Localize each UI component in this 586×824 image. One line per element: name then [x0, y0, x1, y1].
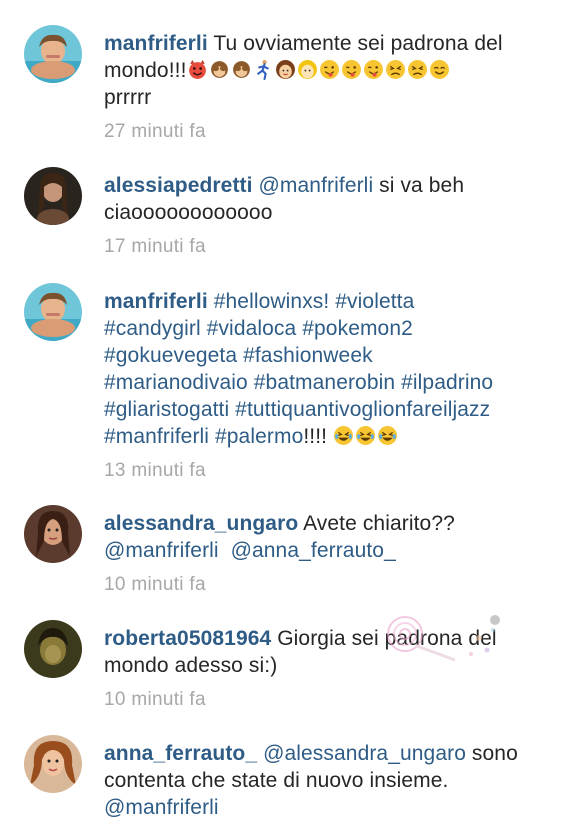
comment-hashtag[interactable]: #gliaristogatti	[104, 398, 229, 421]
comment-mention[interactable]: @manfriferli	[104, 796, 219, 819]
avatar[interactable]	[24, 620, 82, 678]
emoji-row	[333, 425, 399, 448]
comment-hashtag[interactable]: #marianodivaio	[104, 371, 248, 394]
comment-hashtag[interactable]: #candygirl	[104, 317, 201, 340]
comment-username[interactable]: alessandra_ungaro	[104, 512, 298, 535]
running-person-icon	[253, 59, 274, 80]
comment-hashtag[interactable]: #pokemon2	[302, 317, 413, 340]
comment-text-extra: prrrrr	[104, 86, 152, 109]
avatar[interactable]	[24, 283, 82, 341]
comment-username[interactable]: manfriferli	[104, 32, 208, 55]
avatar[interactable]	[24, 505, 82, 563]
comment-timestamp: 27 minuti fa	[104, 121, 206, 142]
see-no-evil-monkey-icon	[209, 59, 230, 80]
comment-hashtag[interactable]: #palermo	[215, 425, 303, 448]
tongue-wink-face-icon	[363, 59, 384, 80]
person-blonde-icon	[297, 59, 318, 80]
see-no-evil-monkey-icon	[231, 59, 252, 80]
comment-hashtag[interactable]: #tuttiquantivoglionfareiljazz	[235, 398, 490, 421]
laughing-tears-face-icon	[377, 425, 398, 446]
comment-timestamp: 17 minuti fa	[104, 236, 206, 257]
comment-username[interactable]: anna_ferrauto_	[104, 742, 257, 765]
comment-username[interactable]: alessiapedretti	[104, 174, 253, 197]
girl-face-icon	[275, 59, 296, 80]
comment-hashtag[interactable]: #hellowinxs!	[214, 290, 330, 313]
persevering-face-icon	[407, 59, 428, 80]
comment-username[interactable]: manfriferli	[104, 290, 208, 313]
comment-hashtag[interactable]: #violetta	[335, 290, 414, 313]
comment-body: roberta05081964 Giorgia sei padrona del …	[104, 625, 566, 713]
avatar[interactable]	[24, 167, 82, 225]
comment-mention[interactable]: @manfriferli	[104, 539, 219, 562]
comment-hashtag[interactable]: #ilpadrino	[401, 371, 493, 394]
laughing-tears-face-icon	[333, 425, 354, 446]
comment-text-extra: !!!!	[303, 425, 328, 448]
relieved-face-icon	[429, 59, 450, 80]
comment-body: anna_ferrauto_ @alessandra_ungaro sono c…	[104, 740, 566, 821]
comment-hashtag[interactable]: #batmanerobin	[254, 371, 395, 394]
comment-timestamp: 13 minuti fa	[104, 460, 206, 481]
comment-body: manfriferli #hellowinxs! #violetta #cand…	[104, 288, 566, 484]
comment-timestamp: 10 minuti fa	[104, 574, 206, 595]
comment-text: Avete chiarito??	[303, 512, 455, 535]
laughing-tears-face-icon	[355, 425, 376, 446]
comment-hashtag[interactable]: #manfriferli	[104, 425, 209, 448]
comment-body: alessiapedretti @manfriferli si va beh c…	[104, 172, 566, 260]
avatar[interactable]	[24, 25, 82, 83]
comment-hashtag[interactable]: #vidaloca	[207, 317, 297, 340]
comment-body: alessandra_ungaro Avete chiarito?? @manf…	[104, 510, 566, 598]
comment-hashtag[interactable]: #gokuevegeta	[104, 344, 237, 367]
avatar[interactable]	[24, 735, 82, 793]
comment-mention[interactable]: @manfriferli	[259, 174, 374, 197]
comment-mention[interactable]: @alessandra_ungaro	[263, 742, 466, 765]
tongue-wink-face-icon	[341, 59, 362, 80]
comment-hashtag[interactable]: #fashionweek	[243, 344, 373, 367]
comment-body: manfriferli Tu ovviamente sei padrona de…	[104, 30, 566, 145]
tongue-wink-face-icon	[319, 59, 340, 80]
comment-mention[interactable]: @anna_ferrauto_	[231, 539, 396, 562]
smiling-devil-icon	[187, 59, 208, 80]
emoji-row	[187, 59, 451, 82]
comment-username[interactable]: roberta05081964	[104, 627, 271, 650]
persevering-face-icon	[385, 59, 406, 80]
comment-timestamp: 10 minuti fa	[104, 689, 206, 710]
